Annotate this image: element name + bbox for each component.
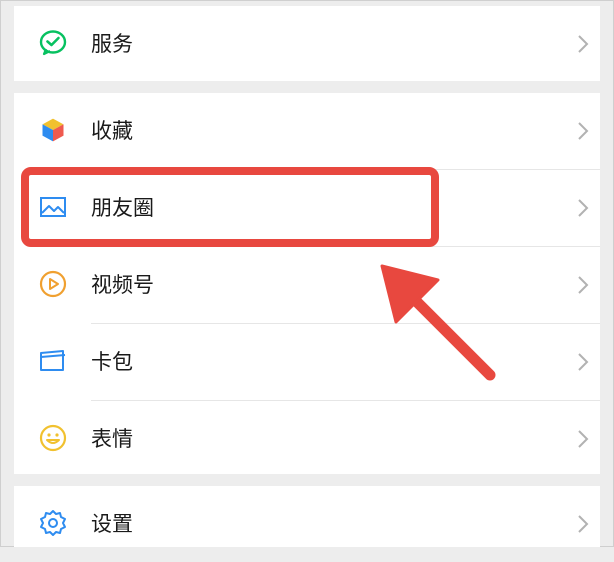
chevron-right-icon [576,428,590,450]
menu-item-label: 设置 [91,512,133,536]
smile-icon [38,423,68,453]
menu-group-service: 服务 [14,6,600,81]
menu-item-cards[interactable]: 卡包 [14,324,600,400]
menu-item-label: 服务 [91,32,133,56]
menu-item-settings[interactable]: 设置 [14,486,600,562]
menu-item-stickers[interactable]: 表情 [14,401,600,477]
menu-item-label: 表情 [91,427,133,451]
chevron-right-icon [576,33,590,55]
menu-item-label: 视频号 [91,273,154,297]
menu-item-channels[interactable]: 视频号 [14,247,600,323]
menu-group-main: 收藏 朋友圈 视频号 卡包 表情 [14,93,600,474]
chevron-right-icon [576,197,590,219]
chevron-right-icon [576,274,590,296]
menu-item-favorites[interactable]: 收藏 [14,93,600,169]
wallet-icon [38,346,68,376]
highlight-box [21,167,439,247]
menu-item-label: 收藏 [91,119,133,143]
play-circle-icon [38,269,68,299]
chevron-right-icon [576,513,590,535]
cube-icon [38,115,68,145]
menu-group-settings: 设置 [14,486,600,547]
wechat-pay-icon [38,28,68,58]
pointer-arrow [380,264,496,381]
chevron-right-icon [576,351,590,373]
menu-item-service[interactable]: 服务 [14,6,600,82]
chevron-right-icon [576,120,590,142]
gear-icon [38,508,68,538]
menu-item-label: 卡包 [91,350,133,374]
